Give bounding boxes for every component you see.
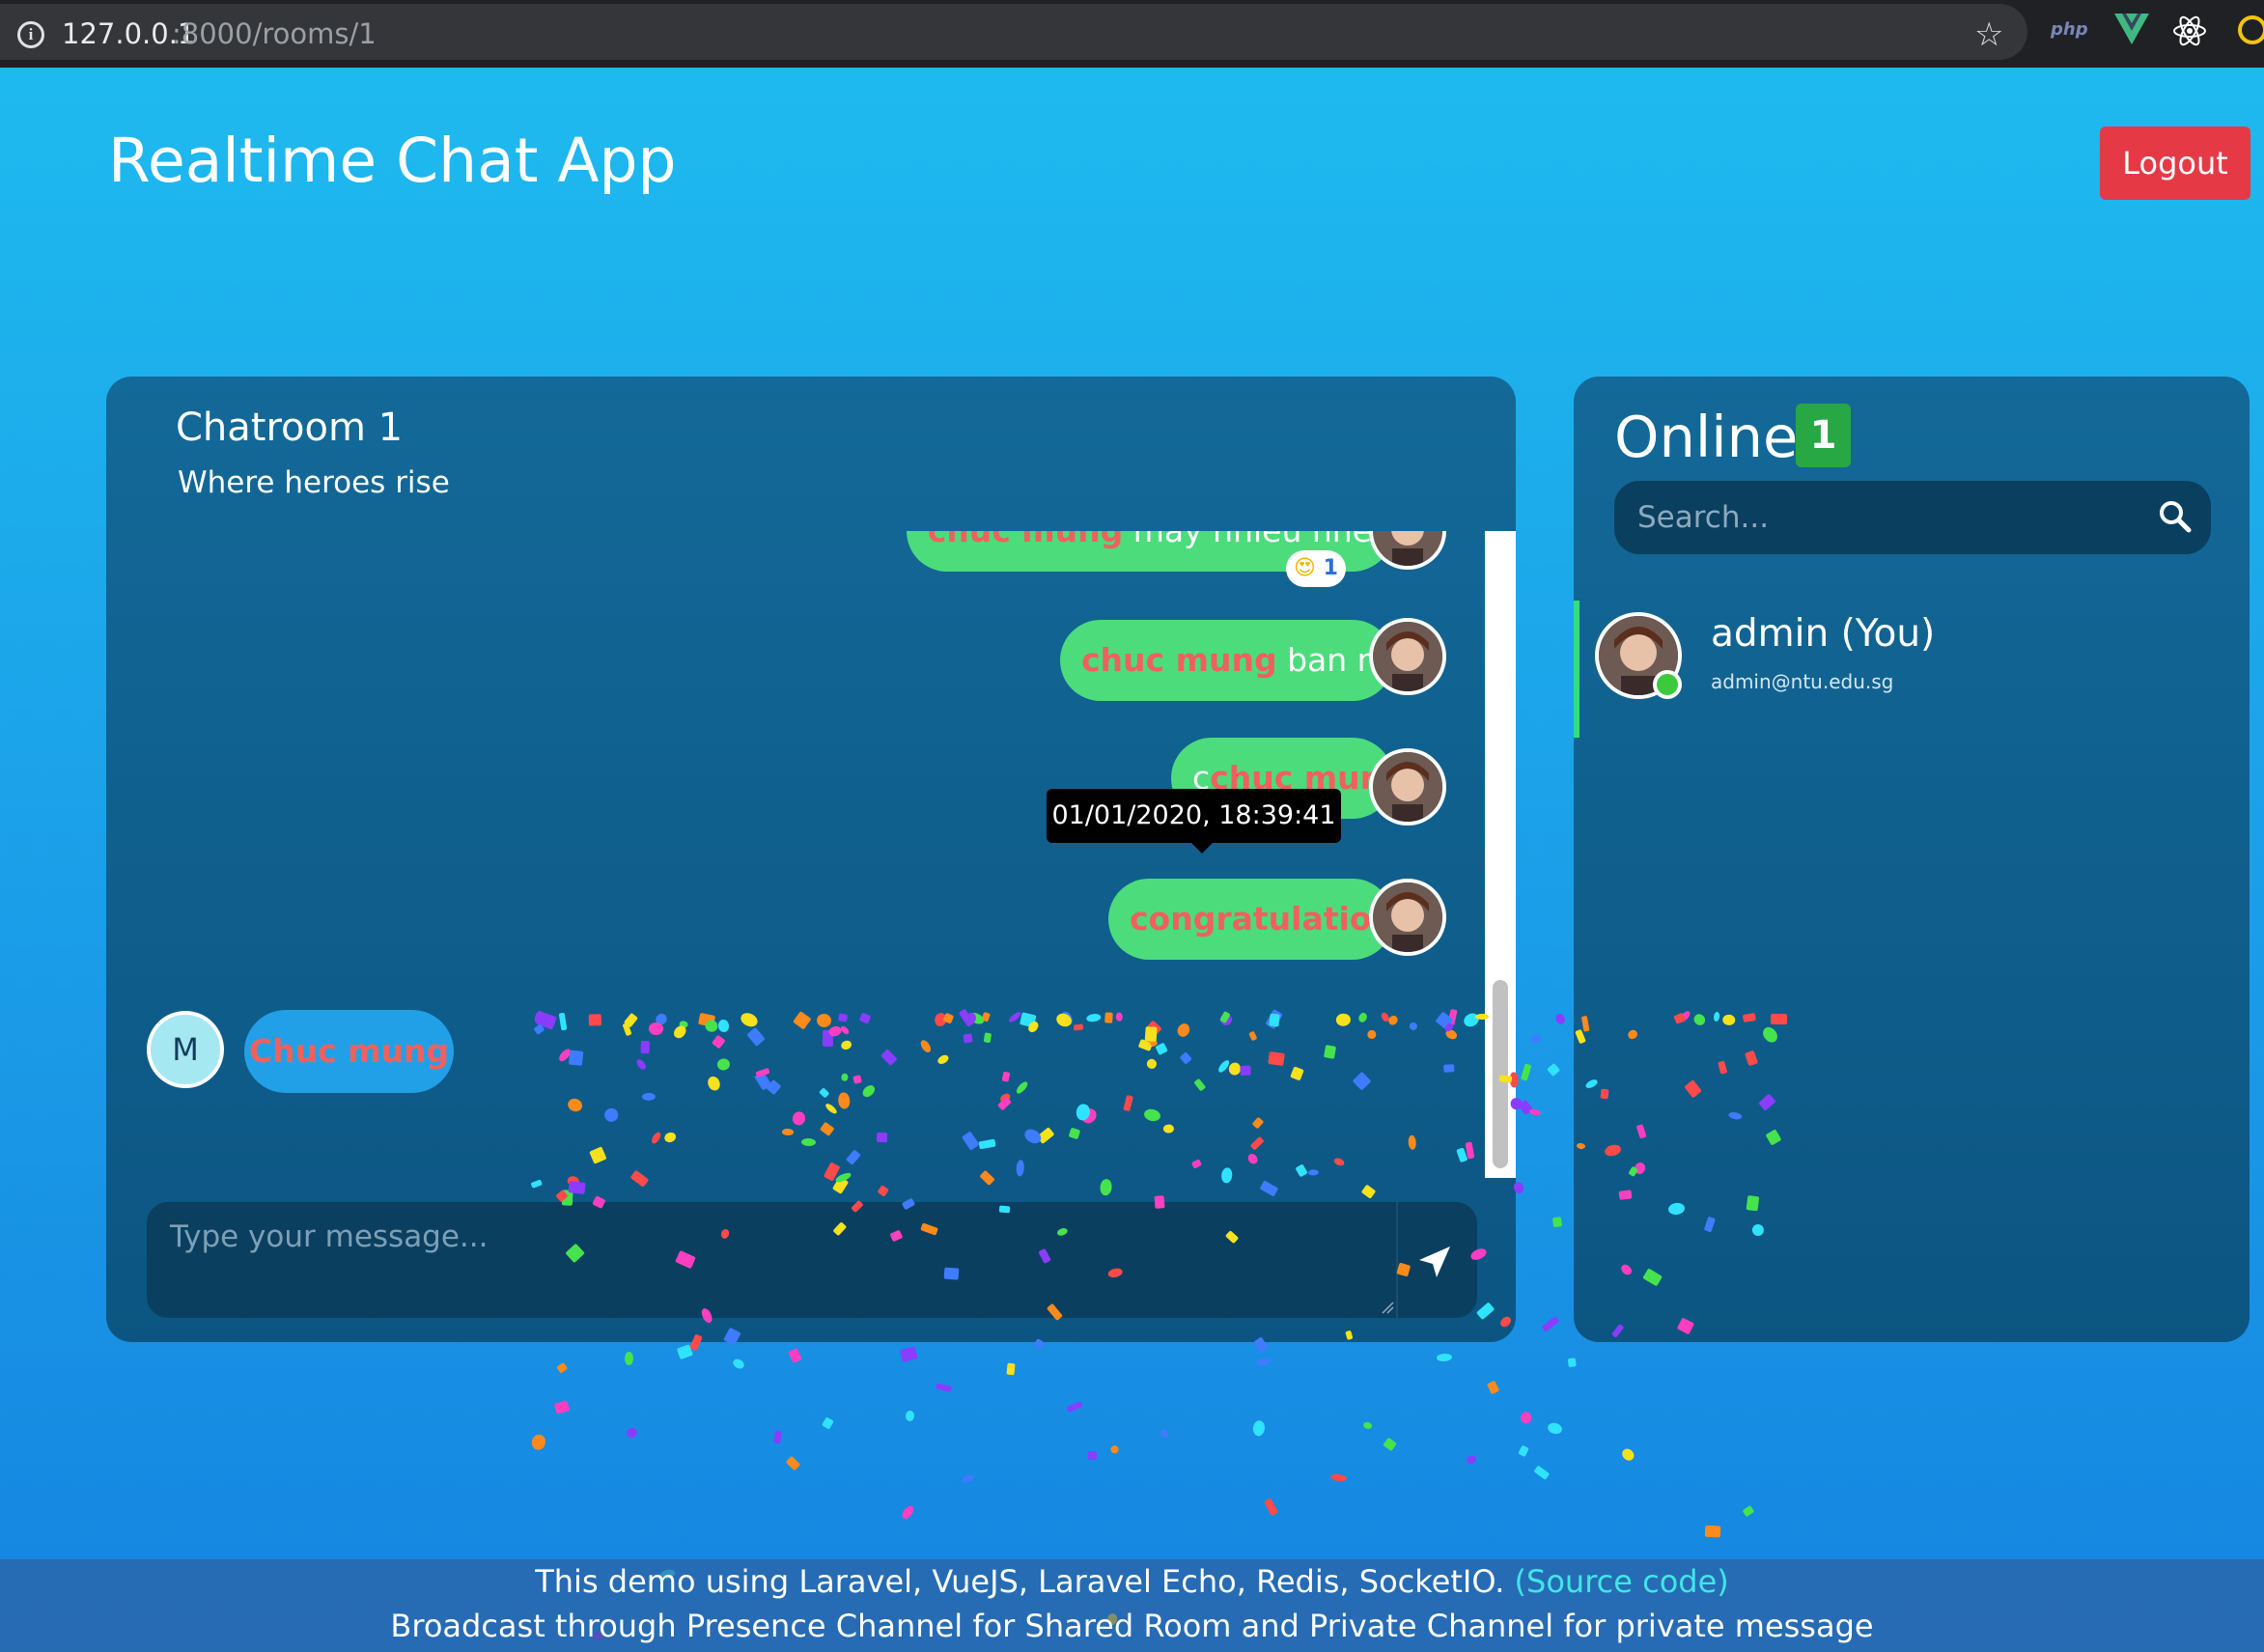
confetti-piece (1361, 1420, 1374, 1431)
room-description: Where heroes rise (178, 465, 450, 500)
online-user-item[interactable]: admin (You) admin@ntu.edu.sg (1574, 601, 2250, 738)
confetti-piece (772, 1430, 782, 1444)
message-bubble[interactable]: Chuc mung (244, 1010, 454, 1093)
react-icon[interactable] (2172, 14, 2207, 48)
confetti-piece (1520, 1063, 1531, 1081)
chrome-extension-icon[interactable] (2238, 15, 2264, 44)
footer: This demo using Laravel, VueJS, Laravel … (0, 1559, 2264, 1652)
online-title: Online (1614, 404, 1799, 470)
chat-panel: Chatroom 1 Where heroes rise chuc mung m… (106, 377, 1516, 1342)
confetti-piece (1466, 1454, 1478, 1466)
confetti-piece (1533, 1465, 1551, 1481)
message-highlight: chuc mung (928, 531, 1124, 549)
online-count-badge: 1 (1796, 404, 1851, 467)
message-input[interactable] (147, 1202, 1398, 1318)
confetti-piece (553, 1400, 571, 1415)
confetti-piece (821, 1415, 834, 1429)
confetti-piece (1255, 1357, 1273, 1368)
room-name: Chatroom 1 (176, 406, 404, 450)
confetti-piece (1529, 1034, 1542, 1045)
user-email: admin@ntu.edu.sg (1711, 670, 1894, 693)
avatar (1369, 618, 1446, 695)
send-icon[interactable] (1412, 1239, 1458, 1285)
avatar (1369, 748, 1446, 826)
confetti-piece (1329, 1473, 1349, 1484)
confetti-piece (1006, 1362, 1017, 1376)
search-icon[interactable] (2157, 498, 2194, 535)
active-indicator (1574, 601, 1579, 738)
resize-grip-icon[interactable] (1381, 1301, 1394, 1314)
message-scrollbar[interactable] (1485, 531, 1516, 1178)
confetti-piece (625, 1425, 639, 1440)
message-bubble[interactable]: chuc mung ban nhe (1060, 620, 1417, 701)
message-text: may nhieu nhe (1123, 531, 1372, 549)
confetti-piece (1487, 1381, 1500, 1395)
confetti-piece (1382, 1437, 1398, 1452)
confetti-piece (1529, 1108, 1542, 1117)
online-status-dot (1653, 670, 1682, 699)
confetti-piece (556, 1361, 569, 1374)
confetti-piece (900, 1504, 916, 1522)
confetti-piece (1567, 1358, 1577, 1368)
footer-line-1: This demo using Laravel, VueJS, Laravel … (0, 1563, 2264, 1600)
confetti-piece (1087, 1451, 1098, 1461)
search-input[interactable] (1614, 481, 2136, 554)
browser-toolbar: i 127.0.0.1 :8000/rooms/1 ☆ php (0, 0, 2264, 68)
confetti-piece (1108, 1442, 1121, 1455)
message-composer (147, 1202, 1477, 1318)
confetti-piece (1263, 1498, 1278, 1517)
confetti-piece (1518, 1444, 1530, 1458)
confetti-piece (1521, 1412, 1532, 1424)
vue-icon[interactable] (2114, 14, 2149, 44)
confetti-piece (1541, 1315, 1559, 1332)
tooltip-arrow (1191, 843, 1213, 854)
confetti-piece (961, 1473, 975, 1485)
confetti-piece (1518, 1099, 1533, 1115)
scrollbar-thumb[interactable] (1493, 980, 1508, 1168)
confetti-piece (1552, 1217, 1562, 1228)
confetti-piece (1553, 1012, 1567, 1026)
bookmark-star-icon[interactable]: ☆ (1974, 15, 2003, 54)
confetti-piece (1160, 1428, 1170, 1440)
message-reaction[interactable]: 😍 1 (1286, 550, 1346, 587)
heart-eyes-emoji-icon: 😍 (1294, 556, 1316, 580)
online-panel: Online 1 admin (You) admin@ntu.edu.sg (1574, 377, 2250, 1342)
source-code-link[interactable]: (Source code) (1515, 1563, 1729, 1600)
reaction-count: 1 (1323, 556, 1338, 580)
confetti-piece (936, 1383, 952, 1393)
url-path: :8000/rooms/1 (172, 17, 377, 50)
confetti-piece (731, 1357, 746, 1371)
confetti-piece (1066, 1400, 1084, 1413)
php-extension-icon[interactable]: php (2051, 19, 2088, 40)
confetti-piece (785, 1455, 800, 1470)
timestamp-tooltip: 01/01/2020, 18:39:41 (1047, 789, 1341, 843)
footer-line-2: Broadcast through Presence Channel for S… (390, 1608, 1874, 1644)
confetti-piece (1619, 1446, 1636, 1463)
confetti-piece (676, 1343, 693, 1359)
confetti-piece (1546, 1420, 1564, 1436)
app-title: Realtime Chat App (108, 126, 677, 196)
avatar-initial: M (147, 1011, 224, 1088)
message-list[interactable]: chuc mung may nhieu nhe 😍 1 chuc mung ba… (106, 531, 1485, 1178)
confetti-piece (788, 1347, 802, 1364)
avatar (1369, 879, 1446, 956)
confetti-piece (905, 1411, 916, 1423)
confetti-piece (530, 1433, 547, 1451)
search-box (1614, 481, 2211, 554)
confetti-piece (624, 1352, 633, 1365)
info-icon[interactable]: i (17, 21, 44, 48)
confetti-piece (1436, 1353, 1453, 1362)
footer-tech-text: This demo using Laravel, VueJS, Laravel … (535, 1563, 1515, 1600)
user-name: admin (You) (1711, 612, 1936, 656)
address-bar[interactable]: i 127.0.0.1 :8000/rooms/1 ☆ (0, 4, 2027, 60)
confetti-piece (899, 1346, 918, 1363)
message-highlight: chuc mung (1081, 641, 1277, 679)
confetti-piece (1742, 1505, 1755, 1518)
confetti-piece (1704, 1525, 1721, 1538)
avatar (1369, 531, 1446, 570)
logout-button[interactable]: Logout (2100, 126, 2250, 200)
confetti-piece (1546, 1063, 1560, 1078)
confetti-piece (1251, 1419, 1266, 1437)
message-bubble[interactable]: congratulations (1108, 879, 1413, 960)
